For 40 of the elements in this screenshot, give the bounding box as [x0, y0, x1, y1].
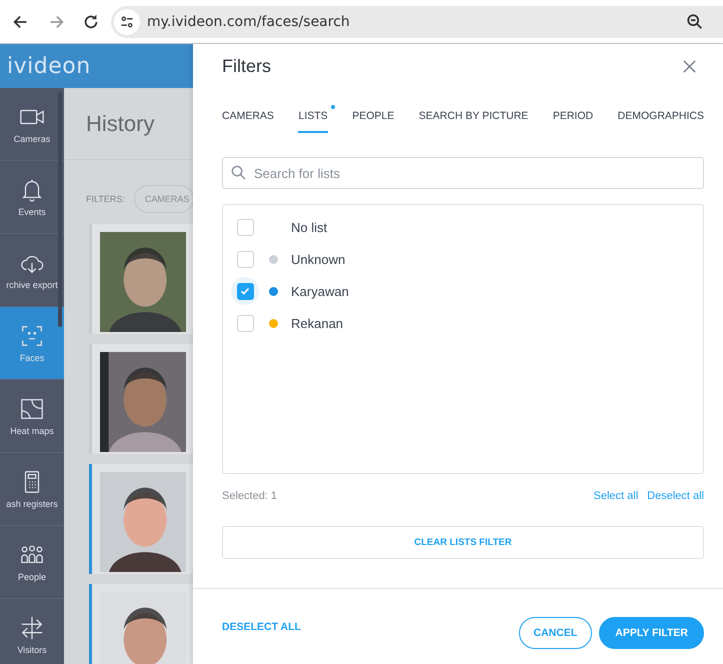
clear-filter-button[interactable]: CLEAR LISTS FILTER: [222, 526, 704, 559]
checkbox[interactable]: [236, 314, 254, 332]
list-label: Karyawan: [291, 284, 349, 298]
close-icon[interactable]: [682, 58, 697, 74]
search-icon: [231, 165, 246, 180]
zoom-icon[interactable]: [686, 12, 704, 30]
search-field[interactable]: Search for lists: [222, 157, 704, 189]
list-label: Unknown: [291, 252, 346, 266]
deselect-all-button[interactable]: DESELECT ALL: [222, 620, 301, 632]
select-all-link[interactable]: Select all: [594, 490, 638, 502]
list-label: No list: [291, 220, 328, 234]
arrows-icon: [19, 615, 45, 641]
tab[interactable]: DEMOGRAPHICS: [618, 105, 704, 132]
cancel-button[interactable]: CANCEL: [518, 616, 592, 648]
filters-label: FILTERS:: [86, 194, 125, 204]
tab[interactable]: PEOPLE: [352, 105, 394, 132]
deselect-all-link[interactable]: Deselect all: [647, 490, 704, 502]
list-label: Rekanan: [291, 316, 344, 330]
face-frame-icon: [19, 323, 45, 349]
tab[interactable]: LISTS: [298, 105, 328, 133]
url-text: my.ivideon.com/faces/search: [147, 14, 351, 30]
panel-title: Filters: [222, 56, 271, 76]
result-card[interactable]: [89, 464, 193, 574]
apply-button[interactable]: APPLY FILTER: [599, 616, 704, 648]
reload-icon[interactable]: [82, 12, 100, 30]
logo: ivideon: [7, 54, 91, 78]
checkbox[interactable]: [236, 250, 254, 268]
result-card[interactable]: [89, 224, 193, 334]
map-icon: [19, 396, 45, 422]
site-settings-icon[interactable]: [119, 14, 135, 30]
check-icon: [239, 285, 251, 297]
checkbox[interactable]: [236, 218, 254, 236]
result-card[interactable]: [89, 344, 193, 454]
tab[interactable]: SEARCH BY PICTURE: [418, 105, 528, 132]
tab[interactable]: PERIOD: [552, 105, 594, 132]
tab[interactable]: CAMERAS: [222, 105, 274, 132]
page-title: History: [86, 110, 154, 136]
address-bar[interactable]: my.ivideon.com/faces/search: [111, 6, 723, 38]
checkbox[interactable]: [236, 282, 254, 300]
selected-count: Selected: 1: [222, 490, 278, 502]
